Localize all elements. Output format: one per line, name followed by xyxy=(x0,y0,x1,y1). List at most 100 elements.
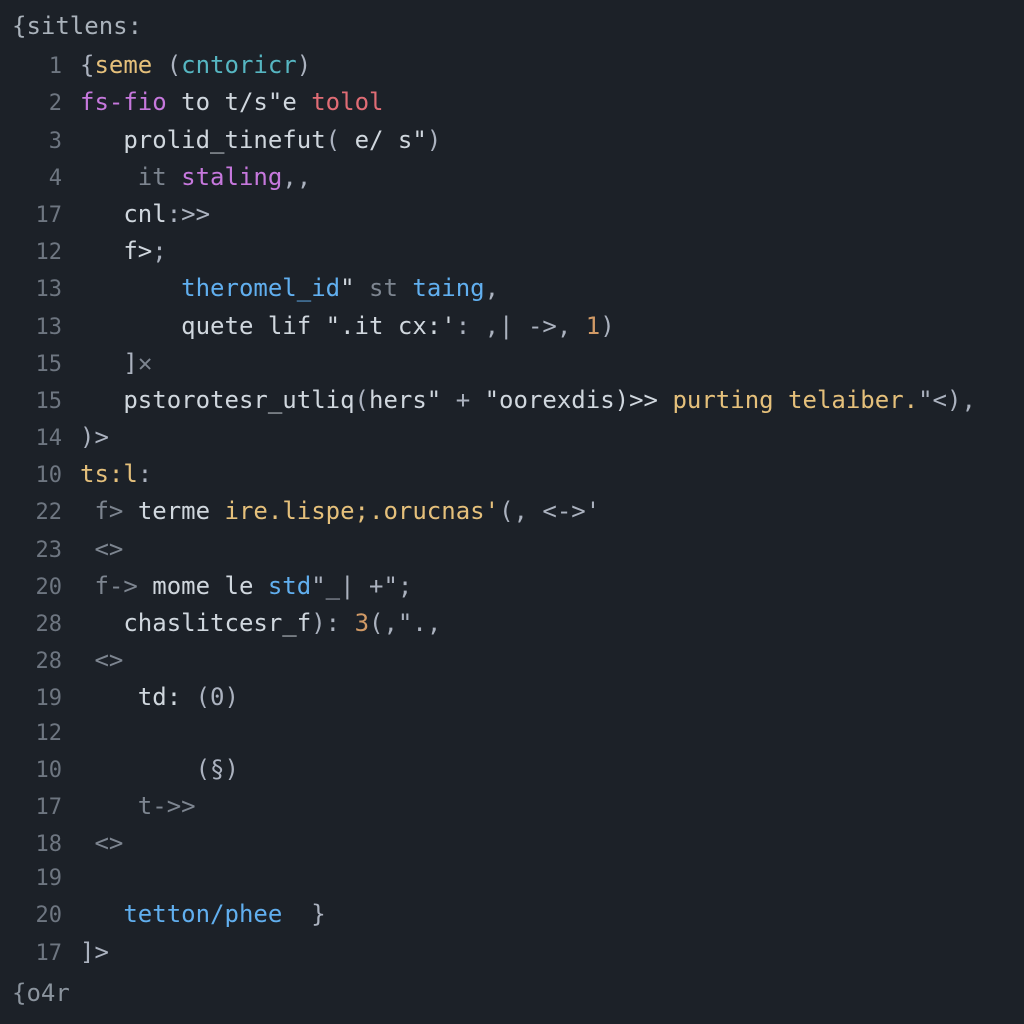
code-line[interactable]: 13 quete lif ".it cx:': ,| ->, 1) xyxy=(0,308,1024,345)
code-line[interactable]: 13 theromel_id" st taing, xyxy=(0,270,1024,307)
line-number: 17 xyxy=(0,937,80,971)
line-content[interactable]: )> xyxy=(80,419,1024,456)
code-body[interactable]: 1{seme (cntoricr)2fs-fio to t/s"e tolol3… xyxy=(0,47,1024,971)
code-line[interactable]: 15 pstorotesr_utliq(hers" + "oorexdis)>>… xyxy=(0,382,1024,419)
code-line[interactable]: 2fs-fio to t/s"e tolol xyxy=(0,84,1024,121)
line-content[interactable]: pstorotesr_utliq(hers" + "oorexdis)>> pu… xyxy=(80,382,1024,419)
line-content[interactable]: prolid_tinefut( e/ s") xyxy=(80,122,1024,159)
code-line[interactable]: 3 prolid_tinefut( e/ s") xyxy=(0,122,1024,159)
line-content[interactable]: it staling,, xyxy=(80,159,1024,196)
code-line[interactable]: 22 f> terme ire.lispe;.orucnas'(, <->' xyxy=(0,493,1024,530)
line-content[interactable]: t->> xyxy=(80,788,1024,825)
code-token: tolol xyxy=(311,88,383,116)
code-token: hers" xyxy=(369,386,441,414)
line-number: 4 xyxy=(0,162,80,196)
line-content[interactable]: f>; xyxy=(80,233,1024,270)
line-number: 19 xyxy=(0,682,80,716)
line-content[interactable]: quete lif ".it cx:': ,| ->, 1) xyxy=(80,308,1024,345)
line-content[interactable]: ]✕ xyxy=(80,345,1024,382)
code-line[interactable]: 28 chaslitcesr_f): 3(,"., xyxy=(0,605,1024,642)
line-content[interactable]: td: (0) xyxy=(80,679,1024,716)
code-token: ; xyxy=(152,237,166,265)
line-number: 20 xyxy=(0,571,80,605)
editor-footer: {o4r xyxy=(0,975,1024,1012)
line-number: 2 xyxy=(0,87,80,121)
code-token: ts:l xyxy=(80,460,138,488)
code-line[interactable]: 12 xyxy=(0,717,1024,751)
code-token: "<), xyxy=(918,386,976,414)
line-content[interactable]: (§) xyxy=(80,751,1024,788)
code-token: to xyxy=(181,88,224,116)
code-token: ,, xyxy=(282,163,311,191)
code-line[interactable]: 28 <> xyxy=(0,642,1024,679)
code-token: (, <->' xyxy=(499,497,600,525)
code-token: it xyxy=(138,163,181,191)
code-line[interactable]: 12 f>; xyxy=(0,233,1024,270)
line-content[interactable]: fs-fio to t/s"e tolol xyxy=(80,84,1024,121)
line-number: 15 xyxy=(0,348,80,382)
code-token: 3 xyxy=(355,609,369,637)
code-token: std xyxy=(268,572,311,600)
code-editor[interactable]: {sitlens: 1{seme (cntoricr)2fs-fio to t/… xyxy=(0,0,1024,1012)
line-content[interactable]: <> xyxy=(80,825,1024,862)
code-token: ( xyxy=(167,51,181,79)
code-token: cntoricr xyxy=(181,51,297,79)
code-line[interactable]: 14)> xyxy=(0,419,1024,456)
code-token: ( xyxy=(326,126,355,154)
code-token: :>> xyxy=(167,200,210,228)
line-number: 12 xyxy=(0,236,80,270)
line-number: 17 xyxy=(0,199,80,233)
code-line[interactable]: 10 (§) xyxy=(0,751,1024,788)
code-token: (0) xyxy=(196,683,239,711)
code-token: (§) xyxy=(196,755,239,783)
code-line[interactable]: 10ts:l: xyxy=(0,456,1024,493)
code-token: terme xyxy=(138,497,225,525)
code-token: ) xyxy=(297,51,311,79)
code-token: + xyxy=(441,386,484,414)
code-line[interactable]: 19 td: (0) xyxy=(0,679,1024,716)
code-token: ( xyxy=(355,386,369,414)
code-line[interactable]: 23 <> xyxy=(0,531,1024,568)
code-token: <> xyxy=(94,829,123,857)
line-content[interactable]: theromel_id" st taing, xyxy=(80,270,1024,307)
line-content[interactable]: <> xyxy=(80,531,1024,568)
code-line[interactable]: 19 xyxy=(0,862,1024,896)
code-token: purting telaiber. xyxy=(672,386,918,414)
code-token: theromel_id xyxy=(181,274,340,302)
code-token: st xyxy=(369,274,412,302)
code-line[interactable]: 4 it staling,, xyxy=(0,159,1024,196)
line-number: 14 xyxy=(0,422,80,456)
line-content[interactable]: <> xyxy=(80,642,1024,679)
line-number: 19 xyxy=(0,862,80,896)
code-line[interactable]: 18 <> xyxy=(0,825,1024,862)
line-content[interactable]: ts:l: xyxy=(80,456,1024,493)
code-token: prolid_tinefut xyxy=(123,126,325,154)
code-line[interactable]: 17 cnl:>> xyxy=(0,196,1024,233)
code-token: <> xyxy=(94,646,123,674)
code-token: quete lif xyxy=(181,312,326,340)
code-line[interactable]: 17]> xyxy=(0,934,1024,971)
code-token: t/s"e xyxy=(225,88,312,116)
line-content[interactable]: tetton/phee } xyxy=(80,896,1024,933)
code-line[interactable]: 17 t->> xyxy=(0,788,1024,825)
code-token: s" xyxy=(398,126,427,154)
line-content[interactable]: f> terme ire.lispe;.orucnas'(, <->' xyxy=(80,493,1024,530)
code-line[interactable]: 15 ]✕ xyxy=(0,345,1024,382)
line-number: 10 xyxy=(0,754,80,788)
line-content[interactable]: {seme (cntoricr) xyxy=(80,47,1024,84)
line-content[interactable]: f-> mome le std"_| +"; xyxy=(80,568,1024,605)
code-line[interactable]: 20 f-> mome le std"_| +"; xyxy=(0,568,1024,605)
code-token: { xyxy=(80,51,94,79)
code-line[interactable]: 1{seme (cntoricr) xyxy=(0,47,1024,84)
code-line[interactable]: 20 tetton/phee } xyxy=(0,896,1024,933)
line-number: 22 xyxy=(0,496,80,530)
code-token: (,"., xyxy=(369,609,441,637)
line-content[interactable]: ]> xyxy=(80,934,1024,971)
line-content[interactable]: chaslitcesr_f): 3(,"., xyxy=(80,605,1024,642)
line-content[interactable]: cnl:>> xyxy=(80,196,1024,233)
line-number: 15 xyxy=(0,385,80,419)
line-number: 23 xyxy=(0,534,80,568)
line-number: 13 xyxy=(0,273,80,307)
code-token: taing xyxy=(412,274,484,302)
code-token: ] xyxy=(123,349,137,377)
